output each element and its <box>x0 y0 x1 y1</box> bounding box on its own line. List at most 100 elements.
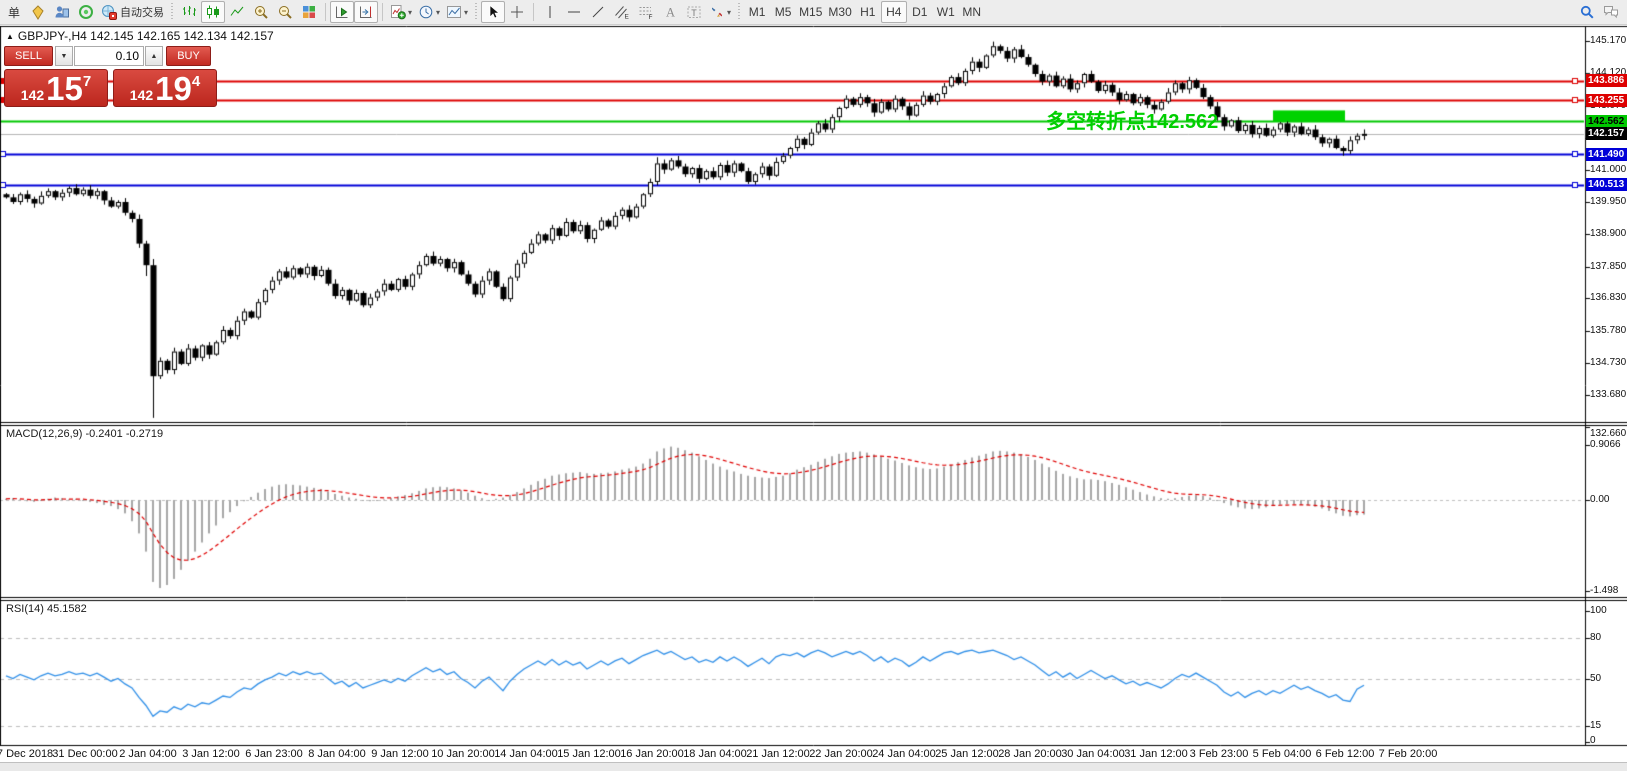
dropdown-arrow-icon: ▾ <box>464 8 468 17</box>
horizontal-line-button[interactable] <box>562 1 586 23</box>
buy-price-prefix: 142 <box>130 87 153 103</box>
search-button[interactable] <box>1575 1 1599 23</box>
community-button[interactable] <box>74 1 98 23</box>
rsi-indicator-label: RSI(14) 45.1582 <box>6 603 87 615</box>
bars-icon <box>181 4 197 20</box>
toolbar-group-timeframes: M1 M5M15M30H1H4 D1 W1MN <box>744 0 985 24</box>
volume-decrease-button[interactable]: ▼ <box>55 46 73 66</box>
cursor-button[interactable] <box>481 1 505 23</box>
templates-button[interactable]: ▾ <box>443 1 471 23</box>
crosshair-button[interactable] <box>505 1 529 23</box>
toolbar-separator <box>533 3 534 21</box>
toolbar-separator <box>382 3 383 21</box>
buy-button[interactable]: BUY <box>166 46 211 66</box>
hline-icon <box>566 4 582 20</box>
rsi-tick-label: 15 <box>1590 720 1627 731</box>
crosshair-icon <box>509 4 525 20</box>
periods-button[interactable]: ▾ <box>415 1 443 23</box>
template-icon <box>446 4 462 20</box>
tline-icon <box>590 4 606 20</box>
bar-chart-button[interactable] <box>177 1 201 23</box>
clock-icon <box>418 4 434 20</box>
symbol-ohlc-text: GBPJPY-,H4 142.145 142.165 142.134 142.1… <box>18 29 274 43</box>
autotrade-label: 自动交易 <box>120 4 164 20</box>
tf-d1-label: D1 <box>912 5 927 19</box>
fibo-icon: F <box>638 4 654 20</box>
tf-m1-button[interactable]: M1 <box>744 1 770 23</box>
svg-text:E: E <box>625 14 630 21</box>
sell-price-sup: 7 <box>83 74 91 89</box>
toolbar-grip <box>169 3 175 21</box>
equidistant-channel-button[interactable]: E <box>610 1 634 23</box>
pivot-annotation[interactable]: 多空转折点142.562 <box>1046 105 1276 134</box>
tf-d1-button[interactable]: D1 <box>907 1 933 23</box>
profile-button[interactable] <box>50 1 74 23</box>
vertical-line-button[interactable] <box>538 1 562 23</box>
toolbar-group-right <box>1575 0 1623 24</box>
tile-windows-button[interactable] <box>297 1 321 23</box>
toolbar-group-trade: 单 自动交易 <box>2 0 167 24</box>
dropdown-arrow-icon: ▾ <box>436 8 440 17</box>
price-tick-label: 135.780 <box>1590 325 1627 336</box>
buy-price-display[interactable]: 142194 <box>113 69 217 107</box>
arrows-icon <box>709 4 725 20</box>
mt4-window: 单 自动交易 ▾ ▾ ▾ E FAT ▾ M1 M5M15M30H1H4 D1 W1MN ▲ GBPJP… <box>0 0 1627 771</box>
rsi-tick-label: 0 <box>1590 735 1627 746</box>
linechart-icon <box>229 4 245 20</box>
dropdown-arrow-icon: ▾ <box>408 8 412 17</box>
macd-indicator-label: MACD(12,26,9) -0.2401 -0.2719 <box>6 428 163 440</box>
cursor-icon <box>485 4 501 20</box>
candles-icon <box>205 4 221 20</box>
journal-button[interactable] <box>26 1 50 23</box>
toolbar-grip <box>473 3 479 21</box>
rsi-tick-label: 100 <box>1590 605 1627 616</box>
zoom-in-icon <box>253 4 269 20</box>
textT-icon: T <box>686 4 702 20</box>
fibonacci-button[interactable]: F <box>634 1 658 23</box>
tf-m1-label: M1 <box>749 5 766 19</box>
sell-price-display[interactable]: 142157 <box>4 69 108 107</box>
toolbar-group-zoom <box>249 0 321 24</box>
toolbar-separator <box>325 3 326 21</box>
price-line-tag: 142.157 <box>1586 127 1627 140</box>
price-tick-label: 139.950 <box>1590 196 1627 207</box>
tf-mn-button[interactable]: MN <box>959 1 985 23</box>
sell-button[interactable]: SELL <box>4 46 53 66</box>
toolbar-group-draw: E FAT ▾ <box>538 0 734 24</box>
text-button[interactable]: A <box>658 1 682 23</box>
arrows-button[interactable]: ▾ <box>706 1 734 23</box>
chat-button[interactable] <box>1599 1 1623 23</box>
chart-canvas[interactable] <box>0 0 1627 771</box>
rsi-tick-label: 80 <box>1590 632 1627 643</box>
indicators-button[interactable]: ▾ <box>387 1 415 23</box>
svg-text:T: T <box>691 8 697 18</box>
text-label-button[interactable]: T <box>682 1 706 23</box>
tf-h4-button[interactable]: H4 <box>881 1 907 23</box>
price-line-tag: 140.513 <box>1586 178 1627 191</box>
volume-increase-button[interactable]: ▲ <box>145 46 163 66</box>
tf-m5-button[interactable]: M5 <box>770 1 796 23</box>
autoscroll-icon <box>334 4 350 20</box>
tf-h1-button[interactable]: H1 <box>855 1 881 23</box>
candlestick-chart-button[interactable] <box>201 1 225 23</box>
collapse-panel-icon[interactable]: ▲ <box>6 32 14 41</box>
journal-icon <box>30 4 46 20</box>
new-order-button[interactable]: 单 <box>2 1 26 23</box>
tf-m30-button[interactable]: M30 <box>825 1 854 23</box>
profile-icon <box>54 4 70 20</box>
trend-line-button[interactable] <box>586 1 610 23</box>
zoom-in-button[interactable] <box>249 1 273 23</box>
zoom-out-button[interactable] <box>273 1 297 23</box>
volume-input[interactable] <box>74 46 144 66</box>
toolbar-grip <box>736 3 742 21</box>
tf-w1-button[interactable]: W1 <box>933 1 959 23</box>
autotrade-button[interactable]: 自动交易 <box>98 1 167 23</box>
tf-m15-button[interactable]: M15 <box>796 1 825 23</box>
chart-shift-button[interactable] <box>354 1 378 23</box>
toolbar-group-objects-quick: ▾ ▾ ▾ <box>387 0 471 24</box>
tile-icon <box>301 4 317 20</box>
price-line-tag: 143.886 <box>1586 74 1627 87</box>
chartshift-icon <box>358 4 374 20</box>
line-chart-button[interactable] <box>225 1 249 23</box>
auto-scroll-button[interactable] <box>330 1 354 23</box>
